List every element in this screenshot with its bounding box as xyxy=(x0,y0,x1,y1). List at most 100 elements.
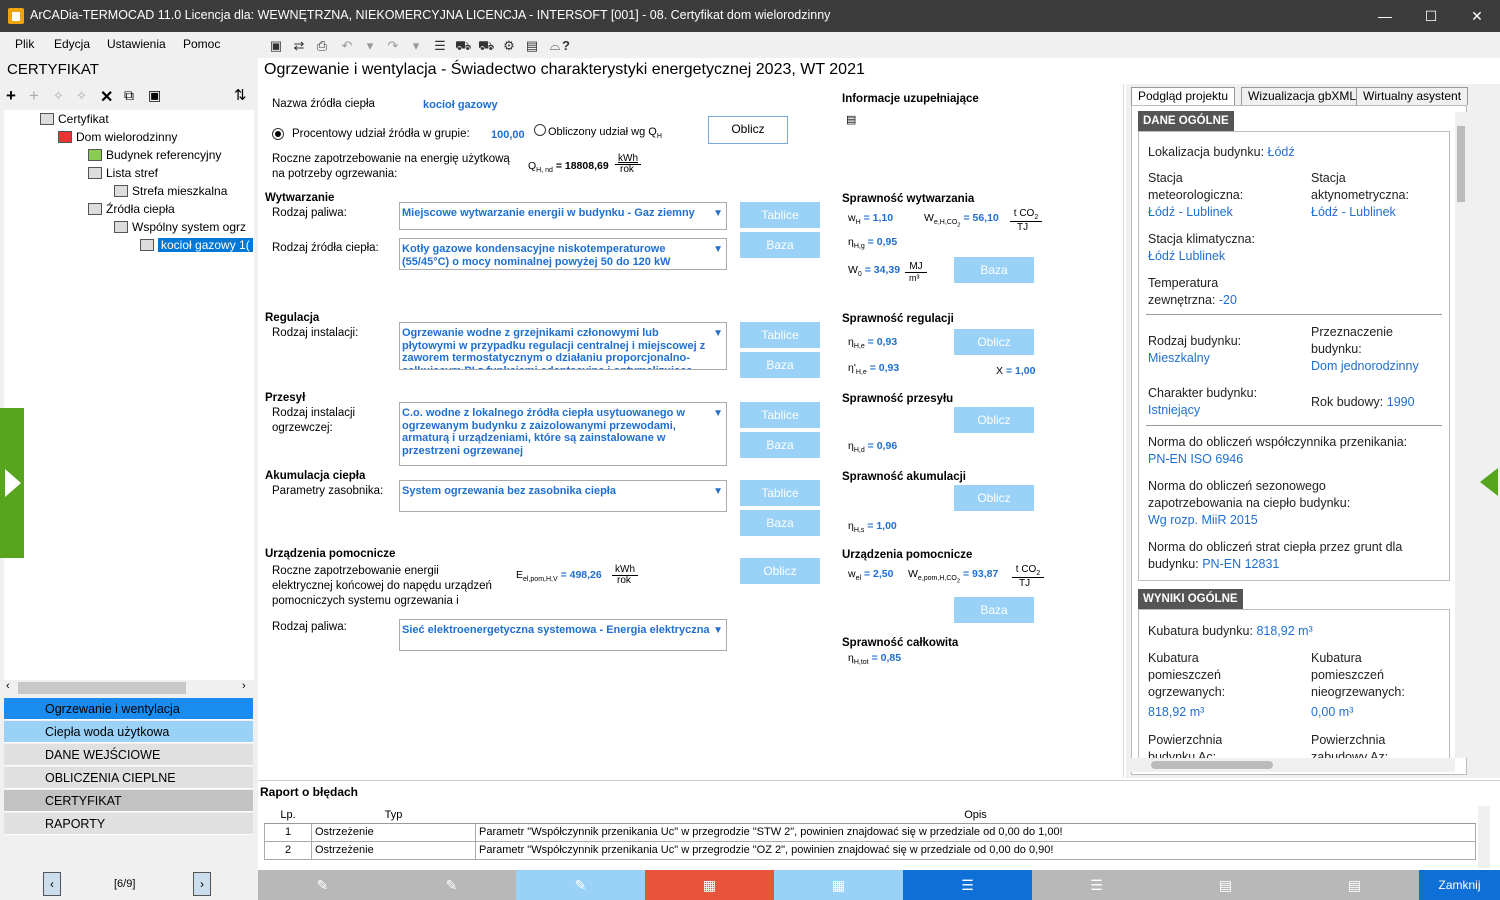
prev-page-button[interactable]: ‹ xyxy=(43,872,61,896)
add-system-icon[interactable]: ✧ xyxy=(76,88,87,104)
menu-help[interactable]: Pomoc xyxy=(183,37,220,51)
bottom-list-2-icon[interactable]: ☰ xyxy=(1032,870,1161,900)
reg-calc-button[interactable]: Oblicz xyxy=(954,329,1034,355)
tab-virtual-assistant[interactable]: Wirtualny asystent xyxy=(1356,87,1469,105)
transmission-select[interactable]: C.o. wodne z lokalnego źródła ciepła usy… xyxy=(399,402,727,466)
car-icon[interactable]: ⛟ xyxy=(455,38,471,54)
menu-file[interactable]: Plik xyxy=(15,37,34,51)
chevron-down-icon: ▼ xyxy=(713,328,723,339)
redo-icon[interactable]: ↷ xyxy=(385,38,401,54)
help-icon[interactable]: ? xyxy=(558,38,574,54)
list-icon[interactable]: ▤ xyxy=(524,38,540,54)
report-scrollbar[interactable] xyxy=(1478,806,1490,868)
acc-base-button[interactable]: Baza xyxy=(740,510,820,536)
undo-icon[interactable]: ↶ xyxy=(339,38,355,54)
reg-tables-button[interactable]: Tablice xyxy=(740,322,820,348)
tree-scrollbar[interactable]: ‹ › xyxy=(4,680,254,696)
reg-base-button[interactable]: Baza xyxy=(740,352,820,378)
menu-edit[interactable]: Edycja xyxy=(54,37,90,51)
add-source-icon[interactable]: ✧ xyxy=(53,88,64,104)
bottom-page-icon[interactable]: ▤ xyxy=(1161,870,1290,900)
fuel-select[interactable]: Miejscowe wytwarzanie energii w budynku … xyxy=(399,202,727,230)
bottom-doc-3-icon[interactable]: ✎ xyxy=(516,870,645,900)
source-name-field[interactable]: kocioł gazowy xyxy=(423,99,498,111)
tree-node[interactable]: Wspólny system ogrz xyxy=(114,218,246,236)
gen-base-button[interactable]: Baza xyxy=(740,232,820,258)
right-horizontal-scrollbar[interactable] xyxy=(1131,758,1455,772)
bottom-page-2-icon[interactable]: ▤ xyxy=(1290,870,1419,900)
acc-calc-button[interactable]: Oblicz xyxy=(954,485,1034,511)
car2-icon[interactable]: ⛟ xyxy=(478,38,494,54)
settings-icon[interactable]: ⚙ xyxy=(501,38,517,54)
nav-input-data[interactable]: DANE WEJŚCIOWE xyxy=(4,744,253,766)
calc-share-radio[interactable] xyxy=(534,124,546,136)
bottom-table-icon[interactable]: ▦ xyxy=(645,870,774,900)
nav-certificate[interactable]: CERTYFIKAT xyxy=(4,790,253,812)
sync-icon[interactable]: ⇅ xyxy=(234,86,247,104)
add-icon[interactable]: + xyxy=(6,86,16,106)
scroll-right-icon[interactable]: › xyxy=(242,680,246,692)
w0-base-button[interactable]: Baza xyxy=(954,257,1034,283)
nav-hot-water[interactable]: Ciepła woda użytkowa xyxy=(4,721,253,743)
redo-list-icon[interactable]: ▾ xyxy=(408,38,424,54)
aux-calc-button[interactable]: Oblicz xyxy=(740,558,820,584)
save-icon[interactable]: ▣ xyxy=(268,38,284,54)
tree-node[interactable]: Budynek referencyjny xyxy=(88,146,221,164)
gen-tables-button[interactable]: Tablice xyxy=(740,202,820,228)
copy-icon[interactable]: ⧉ xyxy=(124,87,134,104)
scroll-left-icon[interactable]: ‹ xyxy=(6,680,10,692)
add-child-icon[interactable]: + xyxy=(29,86,39,106)
bottom-doc-1-icon[interactable]: ✎ xyxy=(258,870,387,900)
preview-icon[interactable]: ⎙ xyxy=(314,38,330,54)
tree-node[interactable]: Źródła ciepła xyxy=(88,200,175,218)
trans-tables-button[interactable]: Tablice xyxy=(740,402,820,428)
scroll-thumb[interactable] xyxy=(18,682,186,694)
tab-project-preview[interactable]: Podgląd projektu xyxy=(1131,87,1236,105)
expand-right-arrow-icon[interactable] xyxy=(1478,466,1500,500)
undo-list-icon[interactable]: ▾ xyxy=(362,38,378,54)
tco2-unit-top: t CO2 xyxy=(1010,208,1042,222)
bottom-table-2-icon[interactable]: ▦ xyxy=(774,870,903,900)
minimize-button[interactable]: — xyxy=(1362,0,1408,32)
right-vertical-scrollbar[interactable] xyxy=(1455,112,1467,758)
calc-share-button[interactable]: Oblicz xyxy=(708,116,788,144)
nav-reports[interactable]: RAPORTY xyxy=(4,813,253,835)
acc-tables-button[interactable]: Tablice xyxy=(740,480,820,506)
percent-radio[interactable] xyxy=(272,128,284,140)
installation-type-select[interactable]: Ogrzewanie wodne z grzejnikami członowym… xyxy=(399,322,727,370)
next-page-button[interactable]: › xyxy=(193,872,211,896)
bottom-list-icon[interactable]: ☰ xyxy=(903,870,1032,900)
tree-node[interactable]: Certyfikat xyxy=(40,110,109,128)
info-document-icon[interactable]: ▤ xyxy=(846,113,856,126)
stack-icon[interactable]: ☰ xyxy=(432,38,448,54)
trans-base-button[interactable]: Baza xyxy=(740,432,820,458)
scroll-thumb[interactable] xyxy=(1457,126,1465,202)
tree-node[interactable]: Strefa mieszkalna xyxy=(114,182,227,200)
trans-calc-button[interactable]: Oblicz xyxy=(954,407,1034,433)
zone-icon xyxy=(114,185,128,197)
refresh-icon[interactable]: ⇄ xyxy=(291,38,307,54)
storage-params-select[interactable]: System ogrzewania bez zasobnika ciepła ▼ xyxy=(399,480,727,512)
percent-value[interactable]: 100,00 xyxy=(491,129,525,141)
close-button[interactable]: ✕ xyxy=(1454,0,1500,32)
maximize-button[interactable]: ☐ xyxy=(1408,0,1454,32)
table-row[interactable]: 2 Ostrzeżenie Parametr "Współczynnik prz… xyxy=(264,840,1476,860)
delete-icon[interactable]: ✕ xyxy=(100,87,113,107)
tree-node[interactable]: Lista stref xyxy=(88,164,158,182)
save-tree-icon[interactable]: ▣ xyxy=(148,87,161,104)
aux-fuel-select[interactable]: Sieć elektroenergetyczna systemowa - Ene… xyxy=(399,619,727,651)
nav-heating[interactable]: Ogrzewanie i wentylacja xyxy=(4,698,253,720)
aux-base-button[interactable]: Baza xyxy=(954,597,1034,623)
tab-gbxml[interactable]: Wizualizacja gbXML xyxy=(1241,87,1364,105)
scroll-thumb[interactable] xyxy=(1151,761,1273,769)
source-type-select[interactable]: Kotły gazowe kondensacyjne niskotemperat… xyxy=(399,238,727,270)
table-row[interactable]: 1 Ostrzeżenie Parametr "Współczynnik prz… xyxy=(264,822,1476,842)
nav-thermal-calc[interactable]: OBLICZENIA CIEPLNE xyxy=(4,767,253,789)
tree-node[interactable]: kocioł gazowy 1( xyxy=(140,236,253,254)
bottom-doc-2-icon[interactable]: ✎ xyxy=(387,870,516,900)
tree-node[interactable]: Dom wielorodzinny xyxy=(58,128,177,146)
annual-demand-label-1: Roczne zapotrzebowanie na energię użytko… xyxy=(272,153,510,165)
expand-left-arrow-icon[interactable] xyxy=(0,408,24,558)
menu-settings[interactable]: Ustawienia xyxy=(107,37,166,51)
close-app-button[interactable]: Zamknij xyxy=(1419,870,1500,900)
